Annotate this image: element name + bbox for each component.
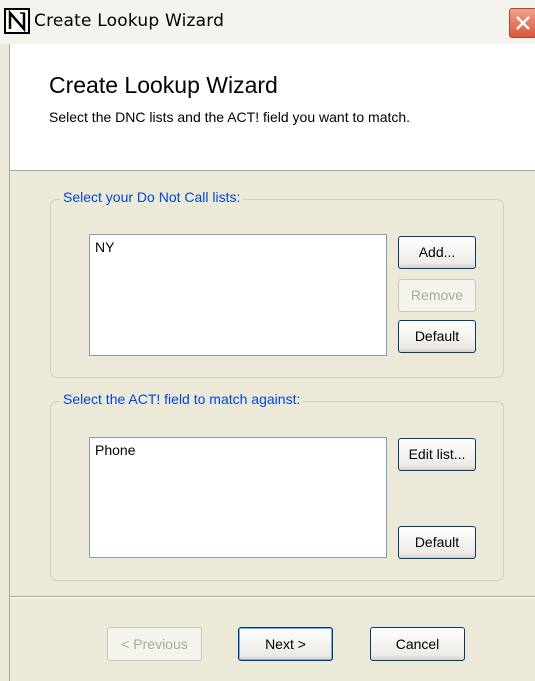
remove-button[interactable]: Remove: [398, 279, 476, 312]
add-button[interactable]: Add...: [398, 236, 476, 269]
wizard-window: Create Lookup Wizard Create Lookup Wizar…: [0, 0, 535, 681]
list-item[interactable]: NY: [95, 239, 114, 255]
next-button[interactable]: Next >: [238, 627, 333, 661]
wizard-header: Create Lookup Wizard Select the DNC list…: [10, 44, 535, 171]
page-subtitle: Select the DNC lists and the ACT! field …: [49, 109, 411, 125]
footer-separator: [10, 596, 535, 598]
edit-list-button[interactable]: Edit list...: [398, 438, 476, 471]
close-button[interactable]: [509, 8, 535, 38]
window-title: Create Lookup Wizard: [34, 11, 225, 31]
act-field-listbox[interactable]: Phone: [89, 437, 387, 558]
act-field-legend: Select the ACT! field to match against:: [60, 391, 304, 407]
dnc-lists-legend: Select your Do Not Call lists:: [60, 189, 244, 205]
dnc-lists-listbox[interactable]: NY: [89, 234, 387, 356]
title-bar: Create Lookup Wizard: [0, 0, 535, 45]
cancel-button[interactable]: Cancel: [370, 627, 465, 661]
dnc-default-button[interactable]: Default: [398, 320, 476, 353]
close-x-icon: [516, 16, 530, 30]
field-default-button[interactable]: Default: [398, 526, 476, 559]
page-title: Create Lookup Wizard: [49, 72, 278, 98]
window-frame-left: [0, 44, 10, 681]
list-item[interactable]: Phone: [95, 442, 135, 458]
previous-button[interactable]: < Previous: [107, 627, 202, 661]
wizard-app-icon: [4, 8, 30, 34]
